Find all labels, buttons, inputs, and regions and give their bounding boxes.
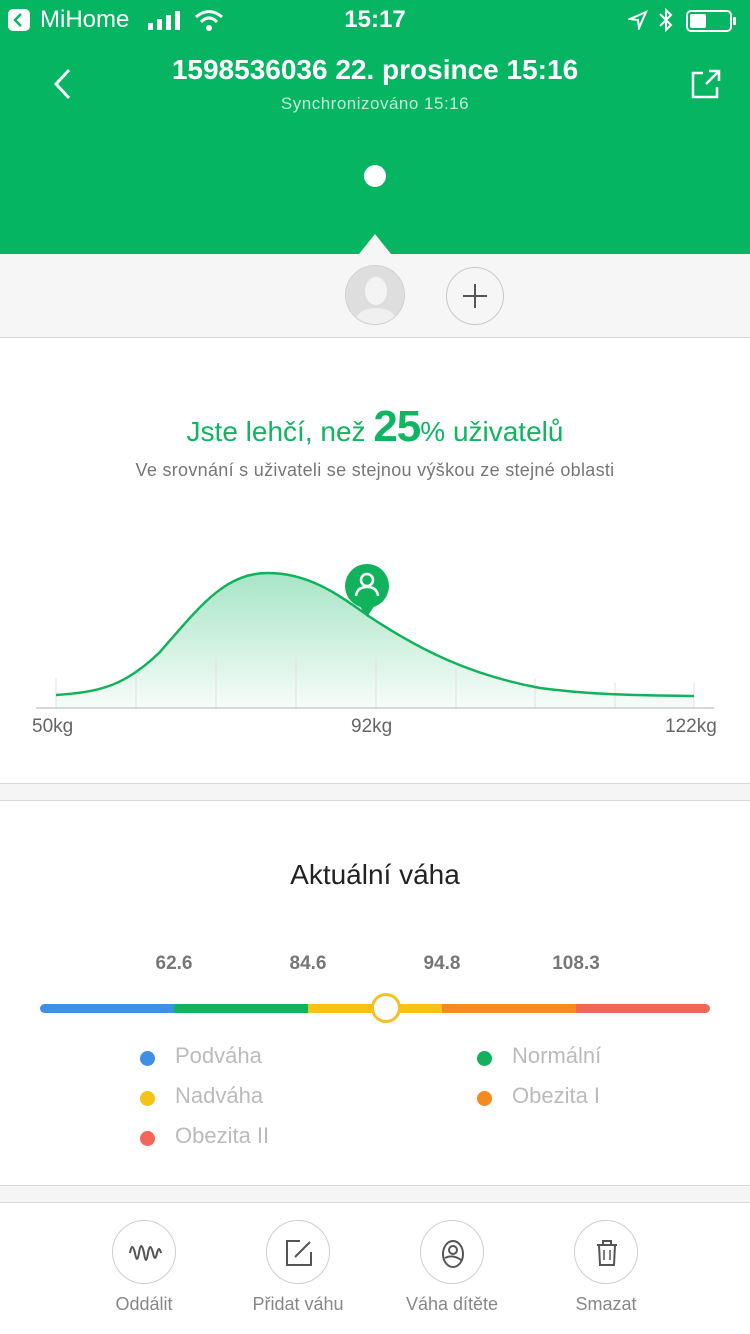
legend-dot xyxy=(477,1051,492,1066)
user-selector xyxy=(0,254,750,338)
toolbar-label: Oddálit xyxy=(115,1294,173,1314)
comparison-percent: 25 xyxy=(373,402,421,451)
zoom-out-button[interactable]: Oddálit xyxy=(79,1220,209,1320)
baby-icon xyxy=(442,1240,464,1268)
threshold-label: 108.3 xyxy=(552,953,600,974)
legend-label: Nadváha xyxy=(175,1083,264,1108)
current-weight-marker xyxy=(370,993,401,1023)
threshold-label: 94.8 xyxy=(423,953,461,974)
legend-label: Podváha xyxy=(175,1043,262,1068)
legend-label: Normální xyxy=(512,1043,602,1068)
comparison-title-prefix: Jste lehčí, než xyxy=(186,416,374,447)
weight-title: Aktuální váha xyxy=(290,859,460,890)
battery-icon xyxy=(686,10,736,32)
share-icon xyxy=(691,69,721,99)
legend-dot xyxy=(477,1091,492,1106)
selected-tab-pointer xyxy=(359,234,391,254)
add-weight-circle xyxy=(266,1220,330,1284)
toolbar-label: Váha dítěte xyxy=(405,1294,499,1314)
axis-label-min: 50kg xyxy=(32,716,74,737)
toolbar-label: Přidat váhu xyxy=(252,1294,344,1314)
plus-icon xyxy=(463,284,487,308)
scale-segment-obesity-1 xyxy=(442,1004,576,1013)
share-button[interactable] xyxy=(688,66,724,102)
legend-label: Obezita II xyxy=(175,1123,270,1148)
zoom-out-circle xyxy=(112,1220,176,1284)
threshold-label: 84.6 xyxy=(289,953,327,974)
axis-label-mid: 92kg xyxy=(351,716,393,737)
scale-segment-obesity-2 xyxy=(576,1004,710,1013)
axis-label-max: 122kg xyxy=(665,716,717,737)
page-title: 1598536036 22. prosince 15:16 xyxy=(171,54,579,85)
comparison-card: Jste lehčí, než 25% uživatelů Ve srovnán… xyxy=(0,338,750,784)
legend-dot xyxy=(140,1091,155,1106)
edit-icon xyxy=(286,1240,312,1266)
avatar[interactable] xyxy=(345,265,405,325)
bluetooth-icon xyxy=(659,7,673,33)
delete-circle xyxy=(574,1220,638,1284)
location-arrow-icon xyxy=(628,10,648,30)
legend-dot xyxy=(140,1131,155,1146)
add-user-button[interactable] xyxy=(446,267,504,325)
legend-dot xyxy=(140,1051,155,1066)
distribution-curve xyxy=(36,564,714,709)
comparison-title: Jste lehčí, než 25% uživatelů xyxy=(0,402,750,452)
current-weight-card: Aktuální váha 62.6 84.6 94.8 108.3 Podvá… xyxy=(0,800,750,1186)
trash-icon xyxy=(597,1240,617,1266)
toolbar-label: Smazat xyxy=(575,1294,637,1314)
add-weight-button[interactable]: Přidat váhu xyxy=(233,1220,363,1320)
delete-button[interactable]: Smazat xyxy=(541,1220,671,1320)
page-indicator-dot xyxy=(364,165,386,187)
status-bar: MiHome 15:17 xyxy=(0,0,750,40)
bottom-toolbar: Oddálit Přidat váhu Váha dítěte Smazat xyxy=(0,1202,750,1334)
comparison-title-suffix: % uživatelů xyxy=(420,416,564,447)
child-weight-button[interactable]: Váha dítěte xyxy=(387,1220,517,1320)
comparison-subtitle: Ve srovnání s uživateli se stejnou výško… xyxy=(135,460,615,480)
child-weight-circle xyxy=(420,1220,484,1284)
scale-segment-underweight xyxy=(40,1004,174,1013)
person-photo-icon xyxy=(346,266,404,324)
scale-segment-normal xyxy=(174,1004,308,1013)
threshold-label: 62.6 xyxy=(155,953,193,974)
header: MiHome 15:17 1598536036 22. prosince 15:… xyxy=(0,0,750,254)
sync-status: Synchronizováno 15:16 xyxy=(280,94,470,113)
waveform-icon xyxy=(129,1245,162,1261)
legend-label: Obezita I xyxy=(512,1083,601,1108)
